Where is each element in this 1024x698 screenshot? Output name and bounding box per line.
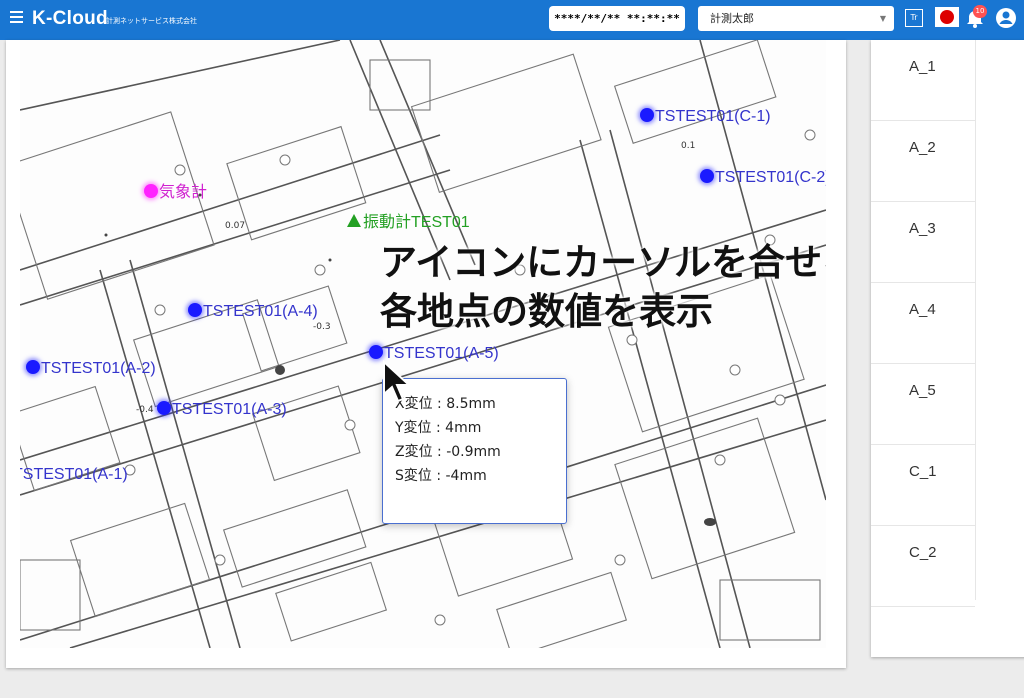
- divider: [975, 40, 976, 600]
- app-header: K-Cloud 計測ネットサービス株式会社 ****/**/** **:**:*…: [0, 0, 1024, 40]
- marker-a1[interactable]: TSTEST01(A-1): [20, 466, 128, 484]
- tooltip-y-displacement: Y変位 : 4mm: [395, 420, 482, 436]
- list-item[interactable]: C_1: [871, 445, 975, 526]
- user-select[interactable]: 計測太郎 ▼: [698, 6, 894, 31]
- user-select-value: 計測太郎: [710, 12, 754, 25]
- base-map: [20, 40, 826, 648]
- chevron-down-icon: ▼: [879, 14, 886, 23]
- marker-label: TSTEST01(A-3): [172, 401, 287, 418]
- marker-label: TSTEST01(A-1): [20, 466, 128, 483]
- japan-flag-icon[interactable]: [935, 7, 959, 27]
- marker-weather[interactable]: 気象計: [144, 178, 207, 202]
- marker-label: 振動計TEST01: [363, 214, 470, 231]
- overlay-caption-line2: 各地点の数値を表示: [380, 290, 713, 333]
- value-label: 0.1: [681, 141, 696, 151]
- list-item[interactable]: A_2: [871, 121, 975, 202]
- value-label: 0.07: [225, 221, 246, 231]
- notification-badge: 10: [973, 5, 987, 18]
- notification-bell-icon[interactable]: 10: [965, 5, 987, 29]
- mouse-cursor-icon: [383, 360, 412, 403]
- marker-vibration[interactable]: 振動計TEST01: [347, 208, 470, 232]
- marker-dot-icon: [369, 345, 383, 359]
- list-item[interactable]: A_1: [871, 40, 975, 121]
- marker-dot-icon: [700, 169, 714, 183]
- marker-a2[interactable]: TSTEST01(A-2): [26, 360, 156, 378]
- marker-label: TSTEST01(C-2): [715, 169, 826, 186]
- tooltip-z-displacement: Z変位 : -0.9mm: [395, 444, 501, 460]
- marker-a3[interactable]: TSTEST01(A-3): [157, 401, 287, 419]
- weather-station-icon: [144, 184, 158, 198]
- overlay-caption-line1: アイコンにカーソルを合せると: [380, 241, 826, 284]
- list-item[interactable]: C_2: [871, 526, 975, 607]
- marker-c2[interactable]: TSTEST01(C-2): [700, 169, 826, 187]
- list-item[interactable]: A_5: [871, 364, 975, 445]
- marker-dot-icon: [26, 360, 40, 374]
- list-item[interactable]: A_3: [871, 202, 975, 283]
- app-logo: K-Cloud: [32, 8, 108, 29]
- list-item[interactable]: A_4: [871, 283, 975, 364]
- marker-label: TSTEST01(A-4): [203, 303, 318, 320]
- tr-button[interactable]: Tr: [905, 9, 923, 27]
- marker-label: TSTEST01(A-2): [41, 360, 156, 377]
- marker-dot-icon: [188, 303, 202, 317]
- datetime-field[interactable]: ****/**/** **:**:**: [549, 6, 685, 31]
- marker-a4[interactable]: TSTEST01(A-4): [188, 303, 318, 321]
- tooltip-s-displacement: S変位 : -4mm: [395, 468, 487, 484]
- tooltip-x-displacement: X変位 : 8.5mm: [395, 396, 496, 412]
- vibration-meter-icon: [347, 214, 361, 227]
- marker-dot-icon: [157, 401, 171, 415]
- marker-dot-icon: [640, 108, 654, 122]
- value-label: -0.4: [136, 405, 154, 415]
- map-view[interactable]: TSTEST01(C-1) TSTEST01(C-2) 気象計 振動計TEST0…: [20, 40, 826, 648]
- company-name: 計測ネットサービス株式会社: [106, 17, 197, 25]
- menu-icon[interactable]: [10, 11, 23, 23]
- marker-label: TSTEST01(C-1): [655, 108, 771, 125]
- value-label: -0.3: [313, 322, 331, 332]
- marker-c1[interactable]: TSTEST01(C-1): [640, 108, 771, 126]
- marker-label: 気象計: [159, 184, 208, 201]
- account-icon[interactable]: [995, 7, 1017, 29]
- point-list-panel: A_1 A_2 A_3 A_4 A_5 C_1 C_2: [871, 40, 1024, 657]
